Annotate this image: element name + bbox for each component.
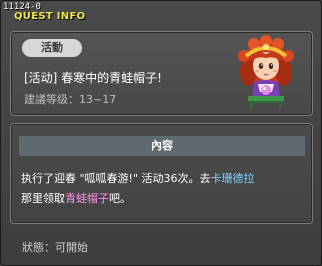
window-title: QUEST INFO xyxy=(14,11,86,22)
quest-description: 执行了迎春 "呱呱春游!" 活动36次。去卡珊德拉 那里领取青蛙帽子吧。 xyxy=(21,169,303,209)
recommended-level: 建議等级：13~17 xyxy=(24,93,117,106)
desc-text-3: 吧。 xyxy=(109,192,131,205)
item-name-link: 青蛙帽子 xyxy=(65,192,109,205)
quest-content-panel: 內容 执行了迎春 "呱呱春游!" 活动36次。去卡珊德拉 那里领取青蛙帽子吧。 xyxy=(10,123,313,224)
npc-avatar xyxy=(238,35,294,108)
quest-summary-panel: 活動 [活动] 春寒中的青蛙帽子! 建議等级：13~17 xyxy=(10,31,313,116)
npc-name-link: 卡珊德拉 xyxy=(210,172,255,185)
event-tag: 活動 xyxy=(22,39,82,57)
quest-status: 狀態：可開始 xyxy=(22,241,88,254)
content-header: 內容 xyxy=(19,136,305,156)
desc-text-1: 执行了迎春 "呱呱春游!" 活动36次。去 xyxy=(21,172,211,185)
quest-name: [活动] 春寒中的青蛙帽子! xyxy=(24,71,162,85)
quest-info-window: 11124-0 QUEST INFO 活動 [活动] 春寒中的青蛙帽子! 建議等… xyxy=(0,0,322,266)
desc-text-2: 那里领取 xyxy=(21,192,65,205)
